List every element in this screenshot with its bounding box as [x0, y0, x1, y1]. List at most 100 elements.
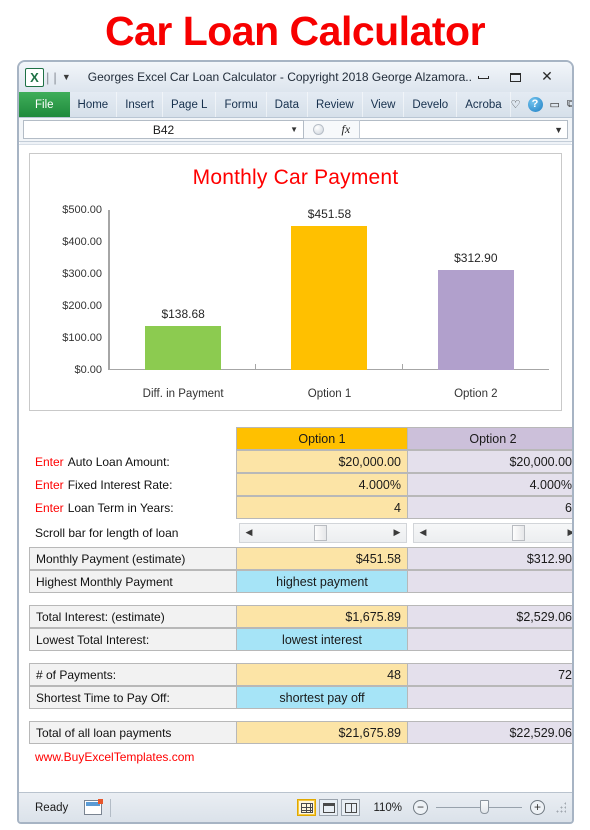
lowest-total-interest-option-1: lowest interest — [236, 628, 408, 651]
zoom-slider[interactable] — [436, 800, 522, 814]
y-tick-label: $0.00 — [74, 364, 102, 376]
table-row: Total Interest: (estimate) $1,675.89 $2,… — [29, 605, 572, 628]
grid-spacer — [29, 709, 562, 721]
heart-icon[interactable]: ♡ — [511, 98, 521, 111]
bar-group-option-1[interactable]: $451.58 — [256, 206, 403, 370]
row-label-shortest-time-to-pay-off: Shortest Time to Pay Off: — [29, 686, 237, 709]
tab-home[interactable]: Home — [70, 92, 118, 117]
bar-diff-in-payment[interactable] — [145, 325, 222, 370]
loan-comparison-grid: Option 1 Option 2 Enter Auto Loan Amount… — [29, 427, 572, 764]
macro-record-icon[interactable] — [84, 799, 104, 815]
zoom-slider-thumb[interactable] — [480, 800, 489, 814]
restore-window-button[interactable] — [504, 68, 526, 86]
bar-option-2[interactable] — [437, 269, 514, 370]
minimize-ribbon-icon[interactable]: ▭ — [550, 98, 560, 111]
tab-acrobat[interactable]: Acroba — [457, 92, 511, 117]
quick-access-dropdown-icon[interactable]: ▼ — [59, 70, 74, 85]
input-loan-term-option-2[interactable]: 6 — [407, 496, 572, 519]
scroll-right-icon[interactable]: ▶ — [562, 524, 572, 542]
table-row: # of Payments: 48 72 — [29, 663, 572, 686]
chart-title: Monthly Car Payment — [192, 166, 399, 189]
row-label-number-of-payments: # of Payments: — [29, 663, 237, 686]
excel-logo-icon: X — [25, 67, 44, 87]
page-break-view-button[interactable] — [341, 799, 361, 816]
input-loan-term-option-1[interactable]: 4 — [236, 496, 408, 519]
zoom-in-button[interactable]: + — [530, 800, 545, 815]
expand-formula-bar-icon[interactable]: ▼ — [554, 125, 563, 135]
tab-review[interactable]: Review — [308, 92, 363, 117]
scrollbar-thumb[interactable] — [512, 525, 525, 541]
row-label-text: Auto Loan Amount: — [67, 454, 170, 469]
tab-file[interactable]: File — [19, 92, 70, 117]
input-fixed-interest-rate-option-1[interactable]: 4.000% — [236, 473, 408, 496]
x-tick-label: Diff. in Payment — [142, 388, 224, 400]
bar-group-option-2[interactable]: $312.90 — [403, 210, 549, 370]
normal-view-button[interactable] — [297, 799, 317, 816]
grid-spacer — [29, 593, 562, 605]
scroll-left-icon[interactable]: ◀ — [240, 524, 258, 542]
bar-group-diff-in-payment[interactable]: $138.68 — [110, 210, 257, 370]
formula-input[interactable]: ▼ — [360, 120, 568, 139]
tab-formulas[interactable]: Formu — [216, 92, 267, 117]
status-divider — [110, 798, 112, 817]
name-box[interactable]: B42 ▼ — [23, 120, 304, 139]
help-icon[interactable]: ? — [527, 97, 543, 112]
shortest-pay-off-option-2 — [407, 686, 572, 709]
bar-data-label: $451.58 — [307, 206, 352, 221]
view-buttons: 110% − + — [297, 799, 566, 816]
monthly-car-payment-chart[interactable]: Monthly Car Payment $500.00 $400.00 $300… — [29, 153, 562, 411]
total-interest-option-1: $1,675.89 — [236, 605, 408, 628]
close-window-button[interactable]: ✕ — [536, 68, 558, 86]
bar-option-1[interactable] — [291, 225, 368, 370]
chart-bars: $138.68 $451.58 $312.90 — [110, 206, 549, 370]
minimize-window-button[interactable] — [472, 68, 494, 86]
scroll-left-icon[interactable]: ◀ — [414, 524, 432, 542]
y-tick-label: $300.00 — [62, 268, 102, 280]
x-tick-label: Option 1 — [307, 388, 352, 400]
table-row: Enter Loan Term in Years: 4 6 — [29, 496, 572, 519]
number-of-payments-option-2: 72 — [407, 663, 572, 686]
scrollbar-thumb[interactable] — [314, 525, 327, 541]
table-row: Enter Fixed Interest Rate: 4.000% 4.000% — [29, 473, 572, 496]
tab-view[interactable]: View — [363, 92, 405, 117]
scrollbar-row: Scroll bar for length of loan ◀ ▶ ◀ ▶ — [29, 519, 572, 547]
y-tick-label: $400.00 — [62, 236, 102, 248]
x-axis-labels: Diff. in Payment Option 1 Option 2 — [110, 388, 549, 400]
scroll-right-icon[interactable]: ▶ — [388, 524, 406, 542]
tab-page-layout[interactable]: Page L — [163, 92, 217, 117]
grid-spacer — [29, 651, 562, 663]
tab-developer[interactable]: Develo — [404, 92, 458, 117]
input-auto-loan-amount-option-2[interactable]: $20,000.00 — [407, 450, 572, 473]
row-label-loan-term-years: Enter Loan Term in Years: — [29, 496, 237, 519]
tab-data[interactable]: Data — [267, 92, 308, 117]
total-loan-payments-option-2: $22,529.06 — [407, 721, 572, 744]
shortest-pay-off-option-1: shortest pay off — [236, 686, 408, 709]
table-row: Lowest Total Interest: lowest interest — [29, 628, 572, 651]
resize-grip-icon[interactable] — [554, 801, 566, 814]
window-controls: ✕ — [472, 68, 558, 86]
row-label-total-interest: Total Interest: (estimate) — [29, 605, 237, 628]
zoom-out-button[interactable]: − — [413, 800, 428, 815]
row-label-text: Fixed Interest Rate: — [67, 477, 173, 492]
row-label-highest-monthly-payment: Highest Monthly Payment — [29, 570, 237, 593]
cancel-enter-icon[interactable] — [312, 124, 324, 135]
insert-function-icon[interactable]: fx — [341, 122, 350, 137]
enter-tag: Enter — [35, 500, 64, 515]
zoom-level[interactable]: 110% — [373, 802, 402, 814]
title-bar: X | | ▼ Georges Excel Car Loan Calculato… — [19, 62, 572, 92]
chevron-down-icon[interactable]: ▼ — [290, 125, 298, 134]
table-row: Monthly Payment (estimate) $451.58 $312.… — [29, 547, 572, 570]
tab-insert[interactable]: Insert — [117, 92, 163, 117]
input-fixed-interest-rate-option-2[interactable]: 4.000% — [407, 473, 572, 496]
table-row: Enter Auto Loan Amount: $20,000.00 $20,0… — [29, 450, 572, 473]
restore-workbook-icon[interactable]: ⧉ — [567, 98, 572, 111]
formula-bar-buttons: fx — [304, 120, 360, 139]
page-layout-view-button[interactable] — [319, 799, 339, 816]
highest-monthly-payment-option-1: highest payment — [236, 570, 408, 593]
loan-length-scrollbar-option-2[interactable]: ◀ ▶ — [413, 523, 572, 543]
website-link[interactable]: www.BuyExcelTemplates.com — [29, 744, 562, 764]
y-tick-label: $100.00 — [62, 332, 102, 344]
table-row: Highest Monthly Payment highest payment — [29, 570, 572, 593]
loan-length-scrollbar-option-1[interactable]: ◀ ▶ — [239, 523, 407, 543]
input-auto-loan-amount-option-1[interactable]: $20,000.00 — [236, 450, 408, 473]
